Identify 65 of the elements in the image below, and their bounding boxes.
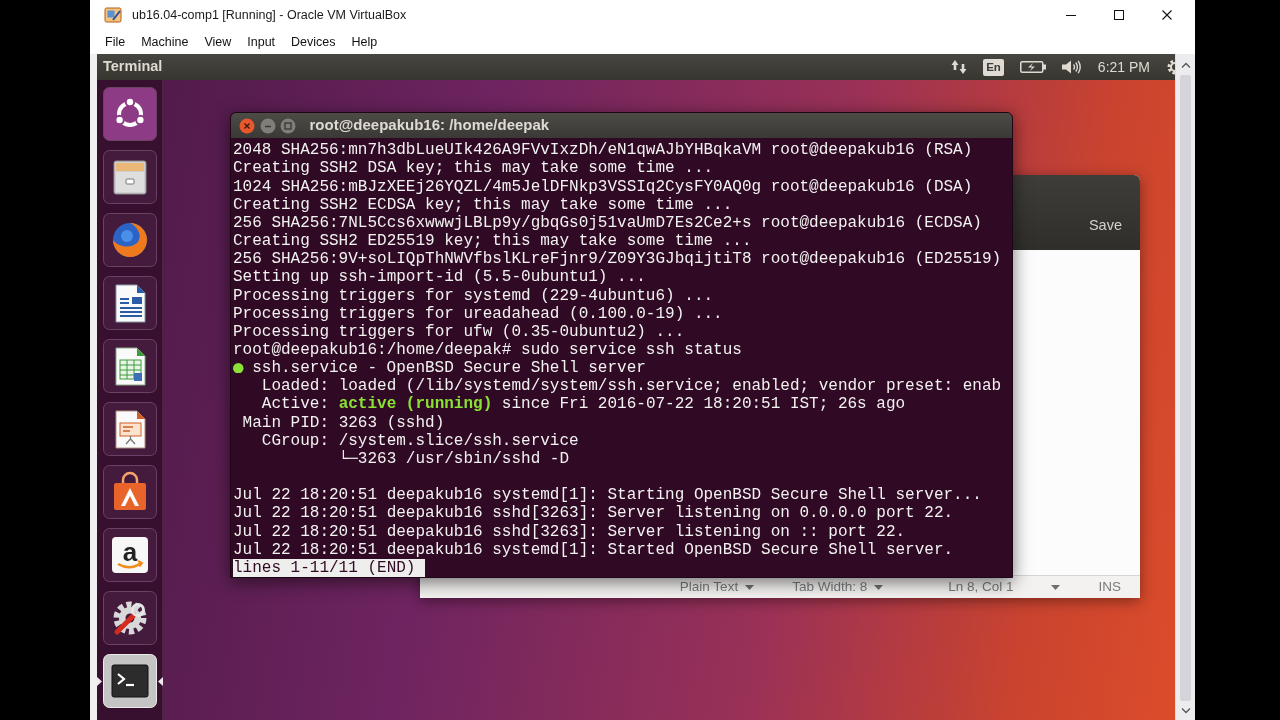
globe-icon[interactable]: [103, 213, 157, 267]
terminal-line: Jul 22 18:20:51 deepakub16 systemd[1]: Started OpenBSD Secure Shell server.: [233, 540, 954, 559]
scroll-down-icon[interactable]: [1180, 708, 1191, 714]
terminal-line: └─3263 /usr/sbin/sshd -D: [338, 449, 570, 468]
scrollbar-thumb[interactable]: [1180, 75, 1191, 701]
pager-status: lines 1-11/11 (END): [233, 558, 416, 577]
gear-icon[interactable]: [1166, 59, 1175, 75]
terminal-line: root@deepakub16:/home/deepak# sudo service ssh status: [233, 340, 742, 359]
terminal-line: Processing triggers for systemd (229-4ubuntu6) ...: [233, 286, 714, 305]
terminal-line: Processing triggers for ufw (0.35-0ubuntu2) ...: [233, 322, 685, 341]
terminal-line: 1024 SHA256:mBJzXEEj26YQZL/4m5JelDFNkp3VSSIq2CysFY0AQ0g root@deepakub16 (DSA): [233, 177, 973, 196]
window-title: root@deepakub16: /home/deepak: [309, 115, 550, 136]
terminal-line: 256 SHA256:7NL5Ccs6xwwwjLBLp9y/gbqGs0j51vaUmD7Es2Ce2+s root@deepakub16 (ECDSA): [233, 213, 982, 232]
menu-item[interactable]: Machine: [141, 32, 189, 52]
maximize-icon[interactable]: [1114, 10, 1124, 20]
status-dropdown[interactable]: Tab Width: 8: [773, 576, 903, 598]
clock[interactable]: 6:21 PM: [1097, 56, 1150, 78]
presentation-icon[interactable]: [103, 402, 157, 456]
spreadsheet-icon[interactable]: [103, 339, 157, 393]
close-icon[interactable]: [1162, 10, 1172, 20]
scroll-up-icon[interactable]: [1180, 62, 1191, 68]
triangle-icon: [158, 676, 163, 686]
drawer-icon[interactable]: [103, 150, 157, 204]
terminal-line: Creating SSH2 ED25519 key; this may take some time ...: [233, 232, 752, 251]
terminal-line: ssh.service - OpenBSD Secure Shell server: [252, 359, 646, 378]
battery-icon[interactable]: [1019, 61, 1046, 73]
caret-icon[interactable]: [874, 584, 884, 590]
terminal-line: CGroup: /system.slice/ssh.service: [261, 431, 579, 450]
menu-item[interactable]: Help: [351, 32, 378, 52]
terminal-line: Jul 22 18:20:51 deepakub16 sshd[3263]: Server listening on 0.0.0.0 port 22.: [233, 504, 954, 523]
keyboard-layout-indicator[interactable]: En: [983, 58, 1004, 76]
menu-item[interactable]: Input: [247, 32, 276, 52]
gear-wrench-icon[interactable]: [103, 591, 157, 645]
terminal-line: Creating SSH2 DSA key; this may take some time ...: [233, 159, 714, 178]
caret-icon[interactable]: [1051, 584, 1061, 590]
window-title: ub16.04-comp1 [Running] - Oracle VM VirtualBox: [132, 6, 407, 24]
terminal-line: 256 SHA256:9V+soLIQpThNWVfbslKLreFjnr9/Z09Y3GJbqijtiT8 root@deepakub16 (ED25519): [233, 250, 1002, 269]
letter-a-icon[interactable]: a: [103, 528, 157, 582]
triangle-icon: [97, 676, 102, 686]
speaker-icon[interactable]: [1061, 60, 1082, 74]
menu-item[interactable]: File: [105, 32, 126, 52]
terminal-line: Processing triggers for ureadahead (0.100.0-19) ...: [233, 304, 723, 323]
app-name: Terminal: [103, 57, 163, 77]
terminal-line: Active: active (running) since Fri 2016-07-22 18:20:51 IST; 26s ago: [261, 395, 906, 414]
ring-logo-icon[interactable]: [103, 87, 157, 141]
terminal-line: Jul 22 18:20:51 deepakub16 systemd[1]: Starting OpenBSD Secure Shell server...: [233, 486, 982, 505]
shopping-bag-icon[interactable]: [103, 465, 157, 519]
terminal-line: 2048 SHA256:mn7h3dbLueUIk426A9FVvIxzDh/eN1qwAJbYHBqkaVM root@deepakub16 (RSA): [233, 141, 973, 160]
document-icon[interactable]: [103, 276, 157, 330]
menu-item[interactable]: Devices: [291, 32, 336, 52]
box-pencil-icon: [104, 6, 122, 24]
status-text: INS: [1097, 577, 1122, 596]
updown-arrows-icon[interactable]: [951, 59, 968, 75]
save-button[interactable]: Save: [1084, 213, 1126, 239]
terminal-icon[interactable]: [103, 654, 157, 708]
scrollbar[interactable]: [1175, 54, 1195, 720]
terminal-line: Loaded: loaded (/lib/systemd/system/ssh.service; enabled; vendor preset: enab: [261, 377, 1002, 396]
terminal-line: Creating SSH2 ECDSA key; this may take some time ...: [233, 195, 733, 214]
caret-icon[interactable]: [745, 584, 755, 590]
status-text: Ln 8, Col 1: [947, 577, 1015, 596]
terminal-line: Main PID: 3263 (sshd): [242, 413, 445, 432]
terminal-line: Jul 22 18:20:51 deepakub16 sshd[3263]: Server listening on :: port 22.: [233, 522, 906, 541]
status-dropdown[interactable]: Plain Text: [660, 576, 774, 598]
terminal-line: Setting up ssh-import-id (5.5-0ubuntu1) ...: [233, 268, 646, 287]
menu-item[interactable]: View: [204, 32, 232, 52]
